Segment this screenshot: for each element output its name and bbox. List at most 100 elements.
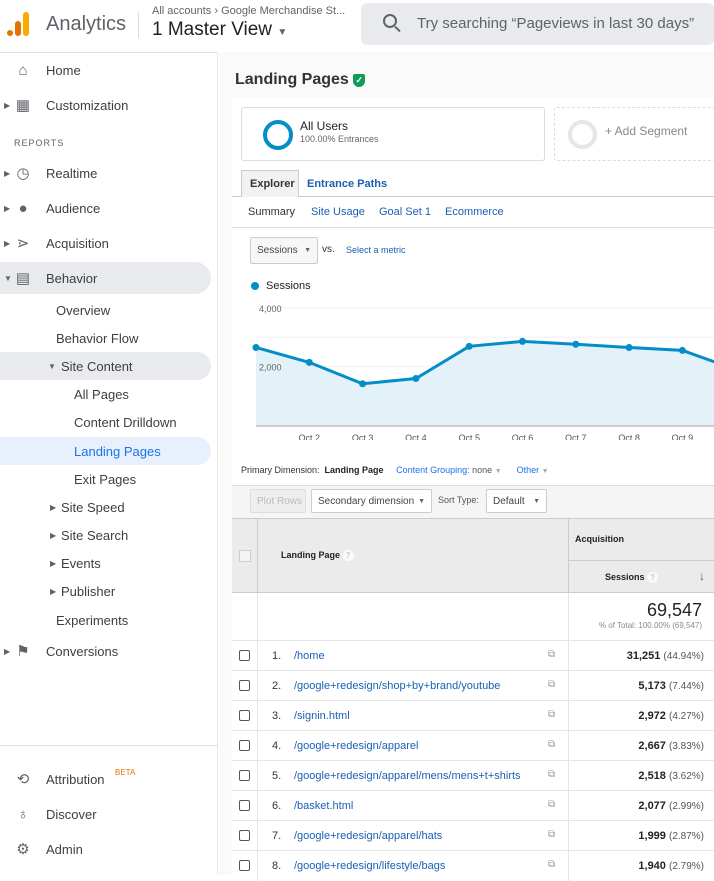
label: Site Speed [61, 499, 125, 515]
open-in-new-icon[interactable]: ⧉ [548, 799, 555, 810]
row-checkbox[interactable] [239, 680, 250, 691]
secondary-dimension-select[interactable]: Secondary dimension ▼ [311, 489, 432, 513]
plot-rows-button[interactable]: Plot Rows [250, 489, 306, 513]
view-selector[interactable]: 1 Master View ▼ [152, 19, 287, 41]
column-sessions[interactable]: Sessions ? [605, 572, 659, 583]
x-tick-label: ... [252, 433, 260, 440]
divider [257, 519, 258, 593]
divider [257, 731, 258, 761]
sessions-percent: (3.83%) [668, 741, 704, 752]
caret-right-icon: ▶ [4, 168, 11, 178]
sessions-value: 2,518 (3.62%) [638, 770, 704, 782]
open-in-new-icon[interactable]: ⧉ [548, 829, 555, 840]
label: Audience [46, 200, 101, 216]
data-point [359, 380, 367, 388]
subtab-site-usage[interactable]: Site Usage [311, 206, 365, 218]
sidebar-item-acquisition[interactable]: ▶ ⋗ Acquisition [0, 227, 211, 259]
primary-dimension-landing-page[interactable]: Landing Page [325, 465, 384, 475]
landing-page-link[interactable]: /google+redesign/shop+by+brand/youtube [294, 680, 500, 692]
breadcrumb[interactable]: All accounts › Google Merchandise St... [152, 5, 345, 17]
sidebar-item-realtime[interactable]: ▶ ◷ Realtime [0, 157, 211, 189]
attribution-icon: ⟲ [16, 771, 30, 788]
landing-page-link[interactable]: /google+redesign/lifestyle/bags [294, 860, 445, 872]
sort-type-select[interactable]: Default ▼ [486, 489, 547, 513]
landing-page-link[interactable]: /home [294, 650, 325, 662]
add-segment-button[interactable]: + Add Segment [554, 107, 714, 161]
sidebar-item-attribution[interactable]: ⟲ Attribution BETA [0, 763, 211, 795]
sessions-percent: (44.94%) [663, 651, 704, 662]
open-in-new-icon[interactable]: ⧉ [548, 709, 555, 720]
sidebar-item-conversions[interactable]: ▶ ⚑ Conversions [0, 635, 211, 667]
row-index: 2. [272, 680, 282, 692]
metric-select[interactable]: Sessions ▼ [250, 237, 318, 264]
column-landing-page[interactable]: Landing Page ? [281, 550, 354, 561]
sidebar-item-landing-pages[interactable]: Landing Pages [0, 437, 211, 465]
select-all-checkbox[interactable] [239, 550, 251, 562]
x-tick-label: Oct 5 [458, 433, 480, 440]
landing-page-link[interactable]: /signin.html [294, 710, 350, 722]
sidebar-item-discover[interactable]: ♁ Discover [0, 798, 211, 830]
subtab-ecommerce[interactable]: Ecommerce [445, 206, 504, 218]
table-header: Landing Page ? Acquisition Sessions ? ↓ [232, 518, 714, 593]
help-icon[interactable]: ? [647, 572, 659, 583]
sidebar-item-behavior[interactable]: ▼ ▤ Behavior [0, 262, 211, 294]
open-in-new-icon[interactable]: ⧉ [548, 739, 555, 750]
open-in-new-icon[interactable]: ⧉ [548, 769, 555, 780]
tab-divider [232, 196, 714, 197]
sessions-count: 5,173 [638, 680, 666, 692]
open-in-new-icon[interactable]: ⧉ [548, 649, 555, 660]
landing-page-link[interactable]: /google+redesign/apparel [294, 740, 418, 752]
divider [568, 851, 569, 881]
tab-entrance-paths[interactable]: Entrance Paths [307, 178, 387, 190]
acquisition-group: Acquisition Sessions ? ↓ [568, 519, 714, 593]
landing-page-link[interactable]: /google+redesign/apparel/hats [294, 830, 442, 842]
page-title: Landing Pages ✓ [235, 71, 366, 89]
sidebar-item-home[interactable]: ⌂ Home [0, 54, 211, 86]
landing-page-link[interactable]: /basket.html [294, 800, 353, 812]
other-dimension-select[interactable]: Other ▼ [517, 465, 549, 475]
divider [257, 641, 258, 671]
sidebar-item-content-drilldown[interactable]: Content Drilldown [0, 406, 211, 438]
beta-badge: BETA [115, 768, 136, 777]
subtab-summary[interactable]: Summary [248, 206, 295, 218]
search-placeholder: Try searching “Pageviews in last 30 days… [417, 15, 695, 32]
sort-type-value: Default [493, 495, 525, 507]
landing-page-link[interactable]: /google+redesign/apparel/mens/mens+t+shi… [294, 770, 521, 782]
table-row: 5. /google+redesign/apparel/mens/mens+t+… [232, 760, 714, 791]
help-icon[interactable]: ? [342, 550, 354, 561]
segment-all-users[interactable]: All Users 100.00% Entrances [241, 107, 545, 161]
row-checkbox[interactable] [239, 650, 250, 661]
row-checkbox[interactable] [239, 770, 250, 781]
row-checkbox[interactable] [239, 800, 250, 811]
empty-segment-circle-icon [568, 120, 597, 149]
content-grouping-select[interactable]: Content Grouping: none ▼ [396, 465, 502, 475]
sort-type-label: Sort Type: [438, 495, 479, 505]
label: Site Content [61, 358, 133, 374]
row-checkbox[interactable] [239, 830, 250, 841]
search-input[interactable]: Try searching “Pageviews in last 30 days… [361, 3, 714, 45]
analytics-logo-icon [7, 12, 31, 38]
sessions-count: 2,667 [638, 740, 666, 752]
sort-descending-icon[interactable]: ↓ [699, 569, 705, 583]
row-index: 3. [272, 710, 282, 722]
subtab-goal-set-1[interactable]: Goal Set 1 [379, 206, 431, 218]
totals-row: 69,547 % of Total: 100.00% (69,547) [232, 593, 714, 640]
row-checkbox[interactable] [239, 860, 250, 871]
divider [568, 731, 569, 761]
divider [568, 641, 569, 671]
sidebar-item-behavior-flow[interactable]: Behavior Flow [0, 322, 211, 354]
y-tick-label: 4,000 [259, 304, 282, 314]
sidebar-item-admin[interactable]: ⚙ Admin [0, 833, 211, 865]
tab-explorer[interactable]: Explorer [241, 170, 299, 197]
sidebar-item-site-content[interactable]: ▼ Site Content [0, 352, 211, 380]
sidebar-item-publisher[interactable]: ▶ Publisher [0, 575, 211, 607]
sidebar-item-customization[interactable]: ▶ ▦ Customization [0, 89, 211, 121]
sidebar-item-audience[interactable]: ▶ ● Audience [0, 192, 211, 224]
label: Events [61, 555, 101, 571]
open-in-new-icon[interactable]: ⧉ [548, 679, 555, 690]
select-metric-link[interactable]: Select a metric [346, 245, 406, 255]
row-checkbox[interactable] [239, 740, 250, 751]
sidebar-item-experiments[interactable]: Experiments [0, 604, 211, 636]
row-checkbox[interactable] [239, 710, 250, 721]
open-in-new-icon[interactable]: ⧉ [548, 859, 555, 870]
